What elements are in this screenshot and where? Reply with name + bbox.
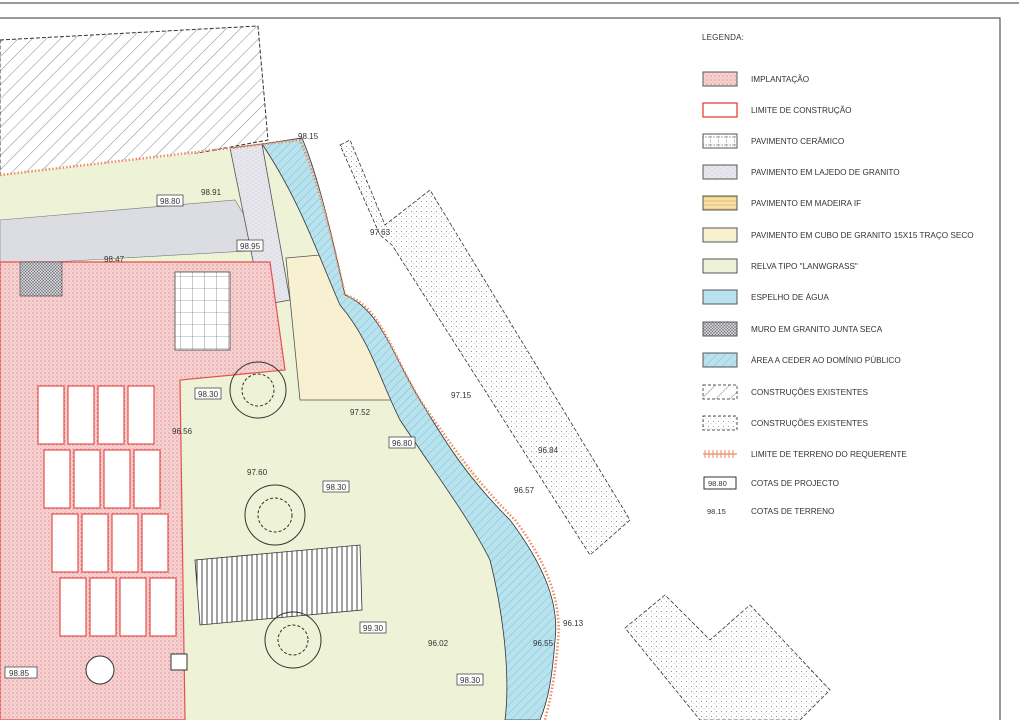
svg-text:98.30: 98.30 [326, 483, 347, 492]
svg-text:99.30: 99.30 [363, 624, 384, 633]
legend-title: LEGENDA: [702, 33, 745, 42]
svg-text:96.80: 96.80 [392, 439, 413, 448]
swatch-ceramico [702, 133, 738, 149]
svg-text:98.15: 98.15 [298, 132, 319, 141]
legend-item-lajedo: PAVIMENTO EM LAJEDO DE GRANITO [702, 163, 900, 181]
svg-text:98.30: 98.30 [198, 390, 219, 399]
swatch-muro [702, 321, 738, 337]
svg-text:96.55: 96.55 [533, 639, 554, 648]
svg-text:97.52: 97.52 [350, 408, 371, 417]
swatch-relva [702, 258, 738, 274]
ceramic-pavement-grid [174, 271, 231, 351]
svg-text:98.85: 98.85 [9, 669, 30, 678]
legend-item-cotas-projecto: 98.80 COTAS DE PROJECTO [702, 474, 839, 492]
legend-item-limite-construcao: LIMITE DE CONSTRUÇÃO [702, 101, 852, 119]
svg-text:96.57: 96.57 [514, 486, 535, 495]
legend-item-muro: MURO EM GRANITO JUNTA SECA [702, 320, 882, 338]
swatch-agua [702, 289, 738, 305]
swatch-limite [702, 102, 738, 118]
svg-text:96.56: 96.56 [172, 427, 193, 436]
svg-text:98.91: 98.91 [201, 188, 222, 197]
svg-text:96.84: 96.84 [538, 446, 559, 455]
svg-text:96.02: 96.02 [428, 639, 449, 648]
swatch-cota-projecto: 98.80 [703, 476, 737, 490]
svg-text:98.30: 98.30 [460, 676, 481, 685]
swatch-ceder [702, 352, 738, 368]
legend-item-madeira: PAVIMENTO EM MADEIRA IF [702, 194, 861, 212]
legend-item-terreno: LIMITE DE TERRENO DO REQUERENTE [702, 445, 907, 463]
legend-item-existentes-hatch: CONSTRUÇÕES EXISTENTES [702, 383, 868, 401]
svg-text:97.63: 97.63 [370, 228, 391, 237]
legend-item-cubo: PAVIMENTO EM CUBO DE GRANITO 15X15 TRAÇO… [702, 226, 974, 244]
swatch-madeira [702, 195, 738, 211]
swatch-lajedo [702, 164, 738, 180]
legend-item-implantacao: IMPLANTAÇÃO [702, 70, 809, 88]
legend-item-cotas-terreno: 98.15 COTAS DE TERRENO [702, 502, 834, 520]
svg-text:97.15: 97.15 [451, 391, 472, 400]
swatch-existentes-dots [702, 415, 738, 431]
legend-item-ceder: ÁREA A CEDER AO DOMÍNIO PÚBLICO [702, 351, 901, 369]
granite-wall-block [19, 261, 63, 297]
legend-item-agua: ESPELHO DE ÁGUA [702, 288, 829, 306]
swatch-terreno [703, 450, 737, 458]
svg-text:98.95: 98.95 [240, 242, 261, 251]
svg-text:98.15: 98.15 [707, 507, 726, 516]
legend-item-relva: RELVA TIPO "LANWGRASS" [702, 257, 858, 275]
svg-text:98.80: 98.80 [708, 479, 727, 488]
swatch-implantacao [702, 71, 738, 87]
svg-text:97.60: 97.60 [247, 468, 268, 477]
swatch-cota-terreno: 98.15 [707, 507, 726, 516]
swatch-cubo [702, 227, 738, 243]
svg-text:98.47: 98.47 [104, 255, 125, 264]
svg-text:96.13: 96.13 [563, 619, 584, 628]
svg-text:98.80: 98.80 [160, 197, 181, 206]
legend-item-ceramico: PAVIMENTO CERÂMICO [702, 132, 844, 150]
existing-building-dotted-2 [624, 594, 831, 720]
legend-item-existentes-dots: CONSTRUÇÕES EXISTENTES [702, 414, 868, 432]
swatch-existentes-hatch [702, 384, 738, 400]
